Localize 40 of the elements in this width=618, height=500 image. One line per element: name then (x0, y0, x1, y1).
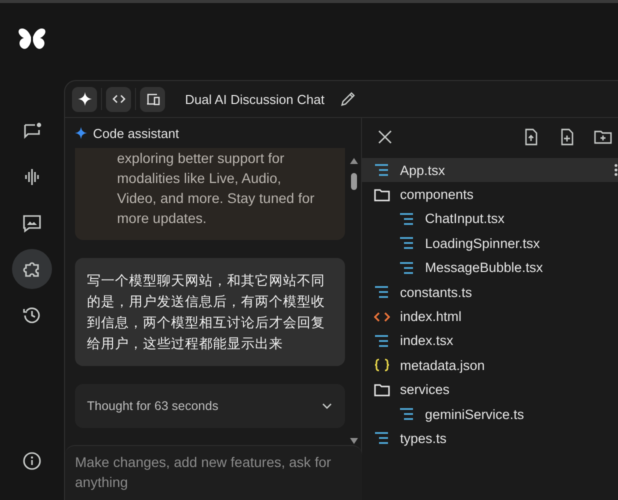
file-lines-icon (374, 431, 390, 446)
pencil-icon[interactable] (340, 91, 356, 107)
file-lines-icon (399, 236, 415, 250)
file-item[interactable]: MessageBubble.tsx (362, 256, 618, 280)
folder-icon (374, 382, 390, 397)
file-lines-icon (399, 212, 415, 226)
devices-icon[interactable] (140, 86, 165, 112)
file-lines-icon (374, 285, 390, 300)
file-lines-icon (374, 163, 390, 178)
assistant-message: exploring better support for modalities like Live, Audio, Video, and more. Stay tuned for more updates. (75, 148, 345, 240)
sparkle-icon (75, 127, 87, 139)
file-lines-icon (399, 407, 415, 422)
file-lines-icon (374, 334, 390, 348)
close-icon[interactable] (376, 128, 394, 146)
file-item[interactable]: metadata.json (362, 353, 618, 378)
file-item[interactable]: LoadingSpinner.tsx (362, 231, 618, 256)
code-icon[interactable] (106, 86, 131, 112)
project-title: Dual AI Discussion Chat (185, 92, 324, 106)
prompt-input[interactable]: Make changes, add new features, ask for anything (75, 452, 352, 492)
file-item[interactable]: index.html (362, 304, 618, 329)
braces-icon (374, 358, 390, 372)
folder-item[interactable]: components (362, 182, 618, 207)
code-icon (374, 310, 390, 324)
folder-icon (374, 188, 390, 202)
folder-item[interactable]: services (362, 378, 618, 402)
file-item[interactable]: App.tsx (362, 158, 618, 182)
puzzle-icon[interactable] (12, 249, 52, 289)
file-item[interactable]: constants.ts (362, 280, 618, 304)
new-folder-icon[interactable] (594, 128, 612, 146)
file-item[interactable]: geminiService.ts (362, 402, 618, 426)
thought-toggle[interactable]: Thought for 63 seconds (75, 384, 345, 428)
file-item[interactable]: ChatInput.tsx (362, 206, 618, 232)
file-item[interactable]: types.ts (362, 426, 618, 451)
more-icon[interactable] (614, 164, 618, 176)
scrollbar[interactable] (349, 156, 359, 445)
file-item[interactable]: index.tsx (362, 328, 618, 354)
user-message: 写一个模型聊天网站，和其它网站不同的是，用户发送信息后，有两个模型收到信息，两个模型相互讨论后才会回复给用户，这些过程都能显示出来 (75, 258, 345, 366)
panel-title: Code assistant (93, 126, 179, 140)
file-lines-icon (399, 260, 415, 275)
sparkle-icon[interactable] (72, 86, 97, 112)
